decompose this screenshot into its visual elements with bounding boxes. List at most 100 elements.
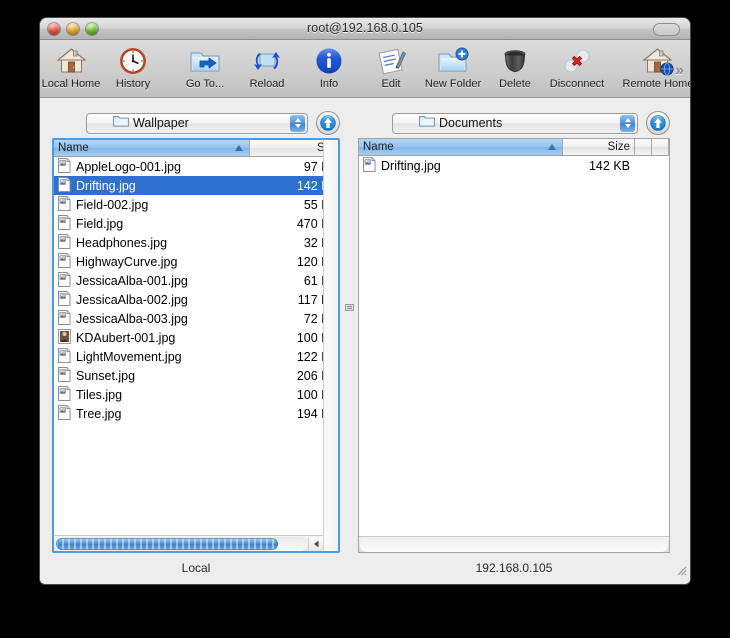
jpg-file-icon [58, 252, 71, 271]
jpg-file-icon [58, 404, 71, 423]
toolbar-label: Local Home [41, 78, 101, 90]
table-row[interactable]: Drifting.jpg 142 KI [54, 176, 338, 195]
remote-column-header-spacer-2[interactable] [652, 139, 669, 156]
toolbar-button-disconnect[interactable]: Disconnect [546, 43, 608, 90]
local-location-stepper[interactable] [290, 114, 305, 132]
jpg-file-icon [363, 156, 376, 175]
file-name-cell: Drifting.jpg [359, 156, 563, 175]
remote-column-header-size[interactable]: Size [563, 139, 635, 156]
local-hscroll-thumb[interactable] [56, 537, 278, 550]
local-vertical-scrollbar[interactable] [323, 140, 338, 551]
toolbar-toggle-button[interactable] [653, 23, 680, 36]
remote-hscroll-track[interactable] [360, 537, 668, 552]
file-name: JessicaAlba-002.jpg [76, 292, 188, 307]
clock-icon [118, 45, 148, 77]
toolbar-label: Go To... [185, 78, 225, 90]
table-row[interactable]: LightMovement.jpg 122 KI [54, 347, 338, 366]
jpg-file-icon [58, 233, 71, 252]
remote-horizontal-scrollbar[interactable] [359, 536, 669, 552]
file-name: JessicaAlba-003.jpg [76, 311, 188, 326]
file-name-cell: JessicaAlba-003.jpg [54, 309, 250, 328]
file-name: Tree.jpg [76, 406, 122, 421]
disconnect-icon [562, 45, 592, 77]
toolbar-label: Disconnect [549, 78, 605, 90]
table-row[interactable]: JessicaAlba-001.jpg 61 KI [54, 271, 338, 290]
title-bar: root@192.168.0.105 [40, 18, 690, 40]
file-name: Field-002.jpg [76, 197, 149, 212]
toolbar-button-local-home[interactable]: Local Home [40, 43, 102, 90]
table-row[interactable]: Tree.jpg 194 KI [54, 404, 338, 423]
toolbar-group-actions: Go To... Reload Info Edit New Folder Del… [174, 43, 608, 90]
file-name-cell: Tree.jpg [54, 404, 250, 423]
pane-splitter[interactable] [340, 108, 358, 583]
remote-location-popup[interactable]: Documents [392, 112, 638, 134]
table-row[interactable]: Headphones.jpg 32 KI [54, 233, 338, 252]
file-name-cell: Drifting.jpg [54, 176, 250, 195]
table-row[interactable]: Field-002.jpg 55 KI [54, 195, 338, 214]
file-name: HighwayCurve.jpg [76, 254, 178, 269]
jpg-thumbnail-icon [58, 328, 71, 347]
toolbar-button-history[interactable]: History [102, 43, 164, 90]
table-row[interactable]: JessicaAlba-002.jpg 117 KI [54, 290, 338, 309]
table-row[interactable]: Tiles.jpg 100 KI [54, 385, 338, 404]
window-resize-grip[interactable] [674, 563, 688, 582]
house-icon [56, 45, 87, 77]
table-row[interactable]: Sunset.jpg 206 KI [54, 366, 338, 385]
toolbar-overflow-chevron[interactable]: » [675, 62, 684, 80]
sort-ascending-icon [235, 145, 243, 151]
local-hscroll-left-arrow[interactable] [308, 536, 323, 551]
window-title: root@192.168.0.105 [307, 21, 423, 35]
local-column-header-name[interactable]: Name [54, 140, 250, 157]
local-rows: AppleLogo-001.jpg 97 KI Drifting.jpg 142 KI… [54, 157, 338, 535]
toolbar-label: New Folder [424, 78, 482, 90]
remote-go-up-button[interactable] [646, 111, 670, 135]
remote-location-stepper[interactable] [620, 114, 635, 132]
column-label: Name [58, 142, 89, 154]
jpg-file-icon [58, 195, 71, 214]
toolbar-button-info[interactable]: Info [298, 43, 360, 90]
folder-icon [419, 114, 435, 132]
jpg-file-icon [58, 176, 71, 195]
local-pane-header: Wallpaper [52, 108, 340, 138]
file-name: LightMovement.jpg [76, 349, 182, 364]
column-label: Size [607, 141, 630, 153]
table-row[interactable]: Field.jpg 470 KI [54, 214, 338, 233]
table-row[interactable]: HighwayCurve.jpg 120 KI [54, 252, 338, 271]
toolbar-button-reload[interactable]: Reload [236, 43, 298, 90]
local-location-popup[interactable]: Wallpaper [86, 112, 308, 134]
local-file-list[interactable]: Name Siz AppleLogo-001.jpg97 KIDrifting.… [52, 138, 340, 553]
local-horizontal-scrollbar[interactable] [54, 535, 338, 551]
table-row[interactable]: JessicaAlba-003.jpg 72 KI [54, 309, 338, 328]
splitter-grip-icon[interactable] [345, 300, 354, 311]
jpg-file-icon [58, 347, 71, 366]
up-arrow-icon [320, 115, 336, 131]
table-row[interactable]: Drifting.jpg 142 KB [359, 156, 669, 175]
toolbar-label: Edit [381, 78, 401, 90]
toolbar-button-delete[interactable]: Delete [484, 43, 546, 90]
file-size-cell: 142 KB [588, 158, 630, 173]
local-hscroll-track[interactable] [55, 536, 307, 551]
table-row[interactable]: KDAubert-001.jpg 100 KI [54, 328, 338, 347]
toolbar-button-go-to[interactable]: Go To... [174, 43, 236, 90]
local-pane: Wallpaper Name AppleLogo-001.jpg 97 KI D… [52, 108, 340, 583]
file-name: Tiles.jpg [76, 387, 123, 402]
remote-column-header-name[interactable]: Name [359, 139, 563, 156]
new-folder-icon [437, 45, 469, 77]
toolbar-label: Reload [249, 78, 285, 90]
toolbar: Local Home History Go To... Reload Info … [40, 40, 690, 98]
remote-column-header-spacer-1[interactable] [635, 139, 652, 156]
toolbar-label: Info [319, 78, 339, 90]
file-name: AppleLogo-001.jpg [76, 159, 181, 174]
table-row[interactable]: AppleLogo-001.jpg 97 KI [54, 157, 338, 176]
file-name: Sunset.jpg [76, 368, 136, 383]
jpg-file-icon [58, 214, 71, 233]
local-go-up-button[interactable] [316, 111, 340, 135]
toolbar-button-edit[interactable]: Edit [360, 43, 422, 90]
jpg-file-icon [58, 157, 71, 176]
remote-list-header: Name Size [359, 139, 669, 156]
toolbar-button-new-folder[interactable]: New Folder [422, 43, 484, 90]
remote-file-list[interactable]: Name Size Drifting.jpg 142 KB [358, 138, 670, 553]
file-name-cell: HighwayCurve.jpg [54, 252, 250, 271]
folder-icon [113, 114, 129, 132]
remote-rows: Drifting.jpg 142 KB [359, 156, 669, 536]
